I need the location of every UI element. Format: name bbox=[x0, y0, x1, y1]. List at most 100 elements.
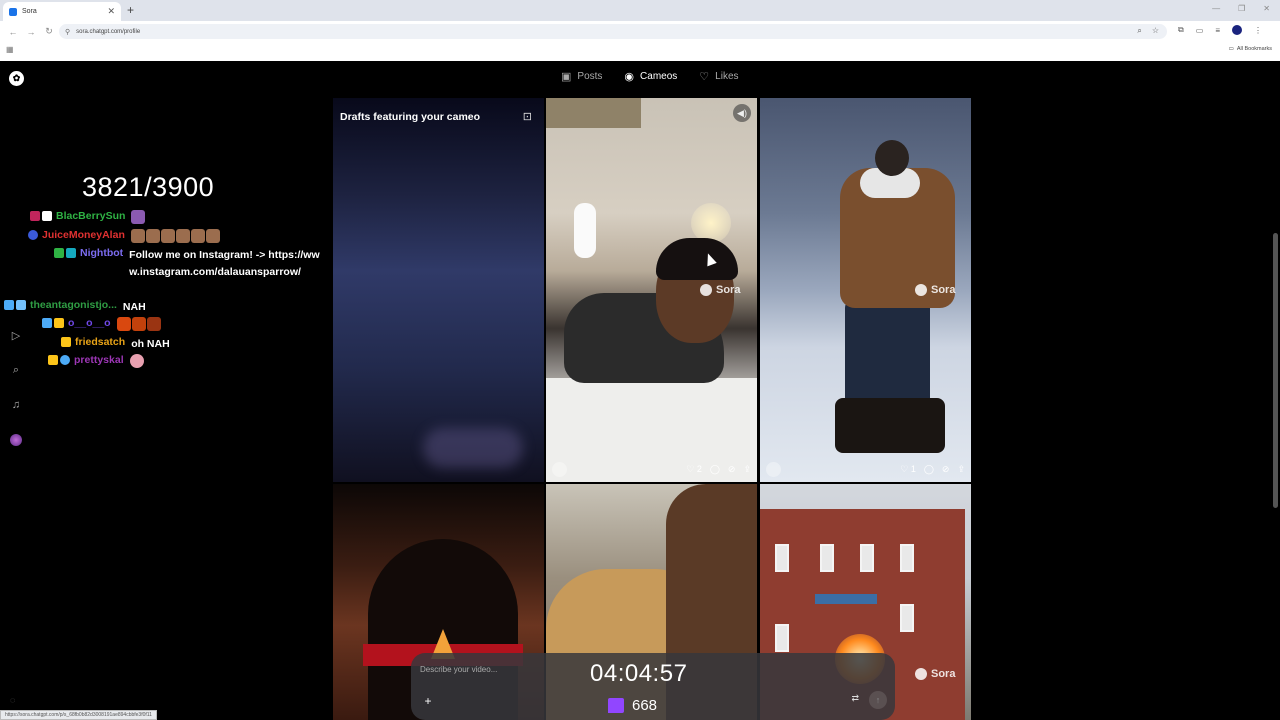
chat-message: o__o__o bbox=[42, 317, 162, 331]
twitch-icon bbox=[608, 698, 624, 713]
badge-icon bbox=[16, 300, 26, 310]
blurred-preview bbox=[423, 428, 523, 468]
chat-message: prettyskal bbox=[48, 354, 145, 368]
share-icon[interactable]: ⇪ bbox=[957, 464, 965, 475]
extensions-icon[interactable]: ⧉ bbox=[1178, 25, 1184, 35]
lamp-glow bbox=[691, 203, 731, 243]
emote-icon bbox=[129, 354, 144, 368]
badge-icon bbox=[48, 355, 58, 365]
close-window-icon[interactable]: ✕ bbox=[1263, 4, 1270, 13]
sora-watermark-label: Sora bbox=[931, 284, 956, 296]
page-scrollbar[interactable] bbox=[1273, 233, 1278, 508]
like-button[interactable]: ♡ 2 bbox=[686, 464, 702, 475]
card-footer: ♡ 2 ◯ ⊘ ⇪ bbox=[552, 461, 751, 477]
emote-icon bbox=[175, 229, 190, 243]
tab-likes[interactable]: ♡ Likes bbox=[699, 70, 738, 83]
left-nav: ▷ ⌕ ♫ bbox=[9, 329, 23, 446]
window bbox=[900, 544, 914, 572]
forward-icon[interactable]: → bbox=[26, 27, 36, 37]
drafts-card[interactable]: Drafts featuring your cameo ⊡ bbox=[333, 98, 544, 482]
all-bookmarks-button[interactable]: ▭ All Bookmarks bbox=[1229, 46, 1272, 52]
badge-icon bbox=[4, 300, 14, 310]
sora-watermark-icon bbox=[915, 284, 927, 296]
window bbox=[820, 544, 834, 572]
address-bar[interactable]: ⚲ sora.chatgpt.com/profile ⌕ ☆ bbox=[59, 24, 1167, 39]
creator-avatar[interactable] bbox=[766, 461, 781, 477]
chat-username: JuiceMoneyAlan bbox=[42, 229, 125, 241]
apps-grid-icon[interactable]: ▦ bbox=[6, 45, 14, 54]
nav-notifications-icon[interactable]: ♫ bbox=[9, 399, 23, 417]
chat-message: Nightbot Follow me on Instagram! -> http… bbox=[54, 247, 332, 281]
sora-watermark: Sora bbox=[915, 284, 955, 296]
chat-text: oh NAH bbox=[131, 338, 170, 350]
heart-icon: ♡ bbox=[699, 71, 710, 83]
sora-page: ✿ ▷ ⌕ ♫ ◌ ▣ Posts ◉ Cameos ♡ Likes Draft… bbox=[0, 61, 1280, 720]
close-tab-icon[interactable]: ✕ bbox=[107, 6, 115, 17]
settings-sliders-icon[interactable]: ⇄ bbox=[851, 693, 859, 704]
bookmarks-bar: ▦ ▭ All Bookmarks bbox=[0, 42, 1280, 61]
settings-circle-icon[interactable]: ◌ bbox=[10, 695, 15, 705]
menu-icon[interactable]: ⋮ bbox=[1254, 26, 1262, 35]
creator-avatar[interactable] bbox=[552, 461, 567, 477]
bookmark-star-icon[interactable]: ☆ bbox=[1152, 26, 1159, 36]
send-button[interactable]: ↑ bbox=[869, 691, 887, 709]
badge-icon bbox=[30, 211, 40, 221]
minimize-icon[interactable]: — bbox=[1212, 4, 1220, 13]
tab-likes-label: Likes bbox=[715, 71, 739, 82]
tab-cameos[interactable]: ◉ Cameos bbox=[624, 70, 677, 83]
share-icon[interactable]: ⇪ bbox=[743, 464, 751, 475]
emote-icon bbox=[131, 317, 146, 331]
chat-username: BlacBerrySun bbox=[56, 210, 126, 222]
emote-icon bbox=[146, 317, 161, 331]
browser-chrome: Sora ✕ + — ❐ ✕ ← → ↻ ⚲ sora.chatgpt.com/… bbox=[0, 0, 1280, 61]
site-info-icon[interactable]: ⚲ bbox=[65, 28, 70, 36]
remix-icon[interactable]: ⊘ bbox=[942, 464, 950, 475]
emote-icon bbox=[116, 317, 131, 331]
chat-message: BlacBerrySun bbox=[30, 210, 146, 224]
nav-search-icon[interactable]: ⌕ bbox=[9, 364, 23, 382]
video-card[interactable]: ◀) Sora ♡ 2 ◯ ⊘ ⇪ bbox=[546, 98, 757, 482]
like-count: 2 bbox=[696, 463, 702, 474]
browser-tab[interactable]: Sora ✕ bbox=[3, 2, 121, 21]
remix-icon[interactable]: ⊘ bbox=[728, 464, 736, 475]
badge-icon bbox=[42, 211, 52, 221]
sora-watermark-label: Sora bbox=[931, 668, 956, 680]
reload-icon[interactable]: ↻ bbox=[44, 26, 54, 37]
badge-icon bbox=[61, 337, 71, 347]
comment-icon[interactable]: ◯ bbox=[710, 464, 720, 475]
nav-videos-icon[interactable]: ▷ bbox=[9, 329, 23, 347]
folder-icon: ▭ bbox=[1228, 46, 1234, 52]
play-square-icon: ▣ bbox=[561, 71, 572, 83]
emote-icon bbox=[160, 229, 175, 243]
figure-head bbox=[875, 140, 909, 176]
video-card[interactable]: Sora ♡ 1 ◯ ⊘ ⇪ bbox=[760, 98, 971, 482]
window-controls: — ❐ ✕ bbox=[1212, 4, 1270, 13]
like-button[interactable]: ♡ 1 bbox=[900, 464, 916, 475]
chat-message: JuiceMoneyAlan bbox=[28, 229, 221, 243]
tab-cameos-label: Cameos bbox=[640, 71, 678, 82]
new-tab-button[interactable]: + bbox=[127, 3, 134, 17]
mute-icon[interactable]: ◀) bbox=[733, 104, 751, 122]
emote-row bbox=[116, 317, 162, 331]
comment-icon[interactable]: ◯ bbox=[924, 464, 934, 475]
sora-logo-icon[interactable]: ✿ bbox=[9, 71, 24, 86]
profile-extension-icon[interactable]: ≡ bbox=[1215, 26, 1220, 35]
building-sign bbox=[815, 594, 877, 604]
tab-posts[interactable]: ▣ Posts bbox=[561, 70, 602, 83]
window bbox=[775, 624, 789, 652]
all-bookmarks-label: All Bookmarks bbox=[1236, 46, 1272, 52]
profile-avatar[interactable] bbox=[1232, 25, 1242, 35]
raised-foot bbox=[574, 203, 596, 258]
back-icon[interactable]: ← bbox=[8, 27, 18, 37]
card-footer: ♡ 1 ◯ ⊘ ⇪ bbox=[766, 461, 965, 477]
select-icon[interactable]: ⊡ bbox=[523, 110, 532, 123]
badge-icon bbox=[54, 248, 64, 258]
sora-watermark: Sora bbox=[700, 284, 740, 296]
media-icon[interactable]: ▭ bbox=[1196, 26, 1204, 35]
chat-message: friedsatch oh NAH bbox=[61, 336, 170, 353]
nav-profile-avatar[interactable] bbox=[10, 434, 22, 446]
zoom-icon[interactable]: ⌕ bbox=[1137, 26, 1141, 36]
extension-icons: ⧉ ▭ ≡ ⋮ bbox=[1178, 25, 1262, 35]
restore-icon[interactable]: ❐ bbox=[1238, 4, 1245, 13]
add-media-button[interactable]: + bbox=[420, 693, 436, 709]
